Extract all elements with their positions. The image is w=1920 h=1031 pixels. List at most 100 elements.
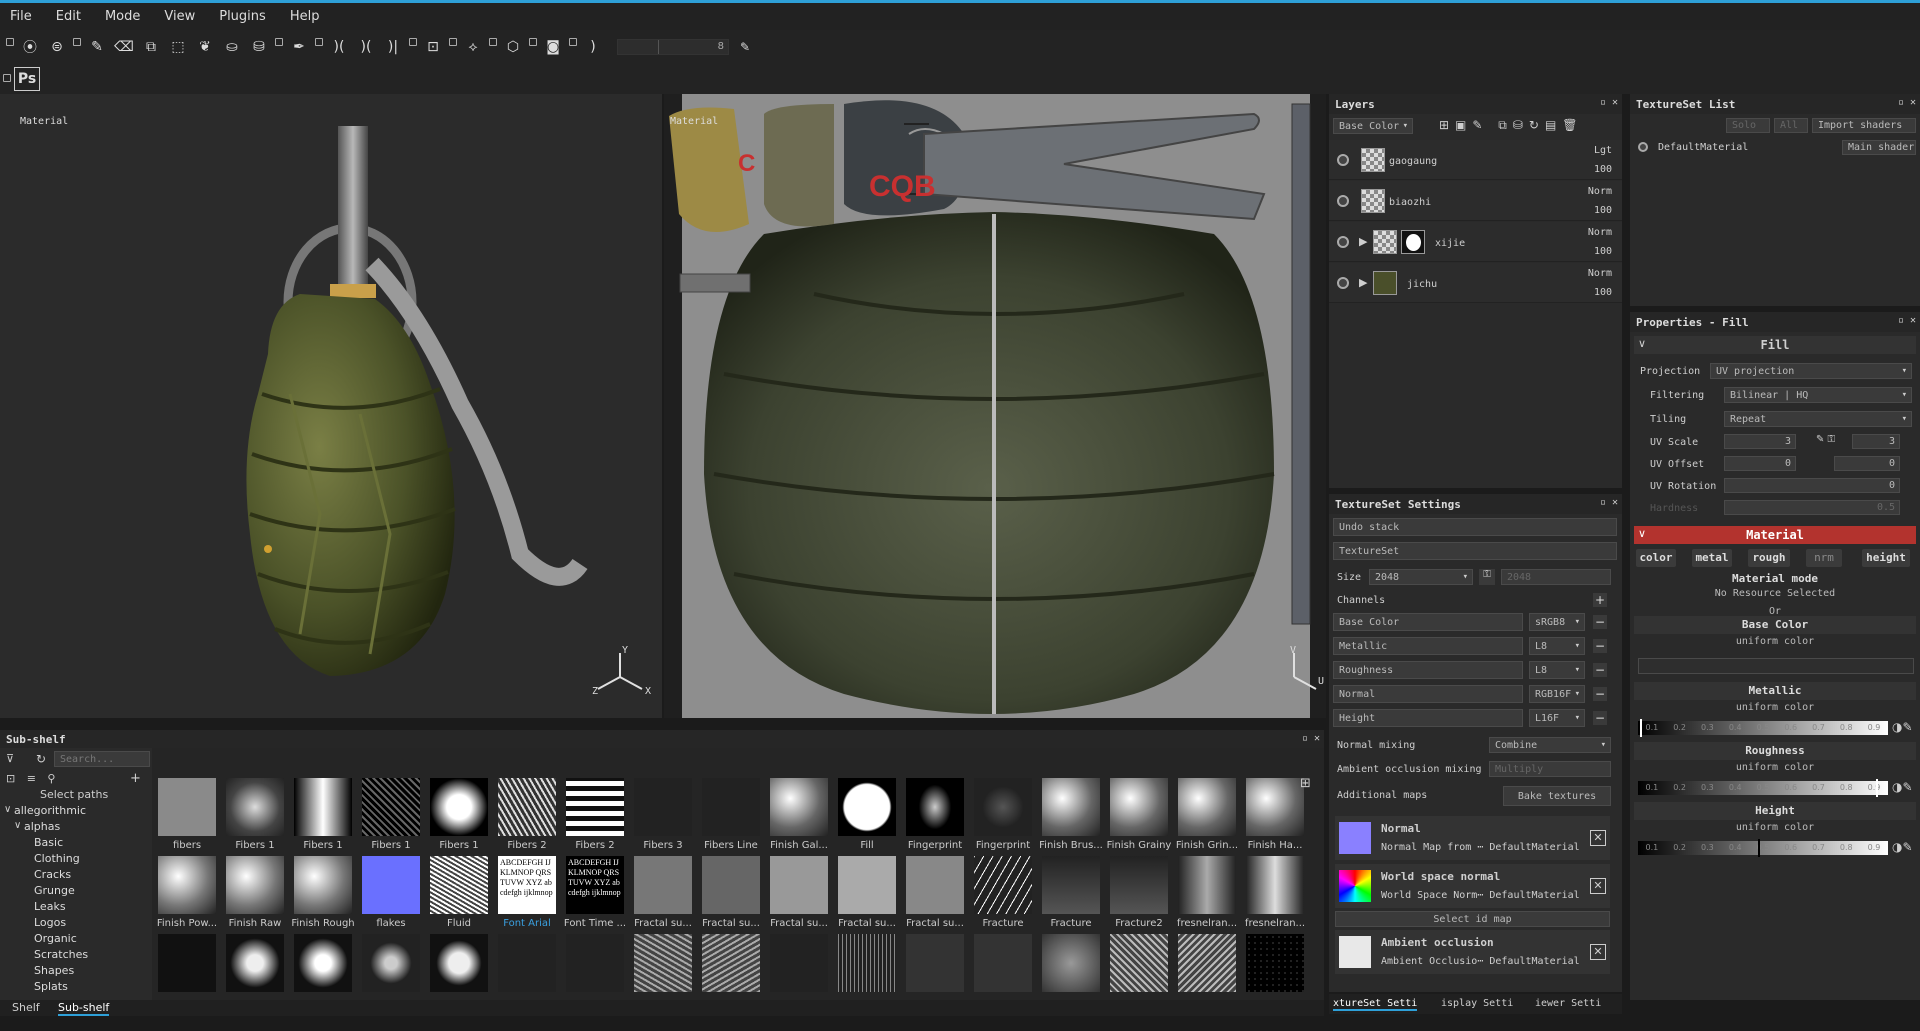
shelf-item[interactable]: Finish Grainy — [1104, 778, 1171, 856]
filter-icon[interactable]: ⊽ — [6, 752, 14, 765]
base-color-swatch[interactable] — [1638, 658, 1914, 674]
bake-textures-button[interactable]: Bake textures — [1503, 786, 1611, 806]
map-slot-world-normal[interactable]: World space normal World Space Norm⋯ Def… — [1335, 864, 1610, 908]
ao-mixing-dropdown[interactable]: Multiply — [1489, 761, 1611, 777]
shelf-item[interactable]: Fibers 1 — [288, 778, 354, 856]
layer-blend[interactable]: Norm — [1588, 186, 1612, 197]
layer-blend[interactable]: Norm — [1588, 268, 1612, 279]
menu-file[interactable]: File — [10, 9, 32, 24]
shelf-item[interactable]: flakes — [356, 856, 422, 934]
height-handle[interactable] — [1758, 839, 1760, 857]
shelf-item[interactable]: Fracture — [968, 856, 1034, 934]
material-mode-value[interactable]: No Resource Selected — [1634, 588, 1916, 599]
layer-opacity[interactable]: 100 — [1594, 287, 1612, 298]
tool-settings-icon[interactable] — [73, 38, 81, 46]
shelf-item[interactable]: Finish Raw — [220, 856, 286, 934]
render-camera-icon[interactable]: ◙ — [542, 36, 564, 58]
shelf-item[interactable]: Finish Rough — [288, 856, 355, 934]
tree-item[interactable]: Leaks — [34, 900, 66, 913]
shelf-item[interactable]: Fractal su... — [764, 856, 830, 934]
shelf-item[interactable]: Finish Gal... — [764, 778, 830, 856]
paint-brush-icon[interactable]: ✎ — [86, 36, 108, 58]
shelf-item[interactable]: Fluid — [424, 856, 490, 934]
folder-expand-icon[interactable]: ▶ — [1359, 235, 1367, 248]
textureset-visibility-icon[interactable] — [1638, 142, 1648, 152]
shelf-item[interactable]: Fibers 1 — [356, 778, 422, 856]
material-picker-icon[interactable]: ⛁ — [248, 36, 270, 58]
shelf-item[interactable]: fresnelran... — [1172, 856, 1238, 934]
substance-logo-icon[interactable]: ⦿ — [19, 36, 41, 58]
tool-settings-icon[interactable] — [3, 74, 11, 82]
layer-row[interactable]: ▶ jichu Norm 100 — [1329, 263, 1622, 303]
shelf-item[interactable]: Fractal su... — [832, 856, 898, 934]
shelf-item[interactable]: ABCDEFGH IJKLMNOP QRSTUVW XYZ abcdefgh i… — [492, 856, 558, 934]
tool-settings-icon[interactable] — [449, 38, 457, 46]
shelf-item[interactable]: Finish Pow... — [152, 856, 218, 934]
expand-chevron-icon[interactable]: ∨ — [4, 804, 11, 815]
size-dropdown[interactable]: 2048 — [1369, 569, 1473, 585]
main-shader-button[interactable]: Main shader — [1842, 140, 1916, 155]
roughness-handle[interactable] — [1876, 779, 1878, 797]
channel-format-dropdown[interactable]: RGB16F — [1529, 685, 1585, 703]
layer-opacity[interactable]: 100 — [1594, 246, 1612, 257]
panel-close-icon[interactable]: ▫ ✕ — [1898, 315, 1916, 326]
channel-normal[interactable]: Normal — [1333, 685, 1523, 703]
tab-display-settings[interactable]: isplay Setti — [1441, 998, 1513, 1009]
tab-textureset-settings[interactable]: xtureSet Setti — [1333, 998, 1418, 1011]
normal-mixing-dropdown[interactable]: Combine — [1489, 737, 1611, 753]
shelf-item[interactable]: fibers — [152, 778, 218, 856]
contrast-icon[interactable]: ◑✎ — [1892, 780, 1913, 794]
shelf-item[interactable]: fresnelran... — [1240, 856, 1306, 934]
channel-height[interactable]: Height — [1333, 709, 1523, 727]
material-header[interactable]: ∨ Material — [1634, 526, 1916, 544]
import-shaders-button[interactable]: Import shaders — [1812, 118, 1916, 133]
tree-item[interactable]: Logos — [34, 916, 66, 929]
camera-frame-icon[interactable]: ⊡ — [422, 36, 444, 58]
solo-button[interactable]: Solo — [1726, 118, 1770, 133]
tree-item[interactable]: Cracks — [34, 868, 71, 881]
add-shelf-button[interactable]: + — [130, 771, 141, 786]
remove-channel-button[interactable]: − — [1593, 639, 1607, 653]
remove-channel-button[interactable]: − — [1593, 687, 1607, 701]
channel-base-color[interactable]: Base Color — [1333, 613, 1523, 631]
lock-icon[interactable]: ⚿ — [1479, 569, 1495, 585]
remove-channel-button[interactable]: − — [1593, 615, 1607, 629]
tab-height[interactable]: height — [1862, 549, 1910, 567]
tree-item[interactable]: Grunge — [34, 884, 75, 897]
select-id-map-button[interactable]: Select id map — [1335, 911, 1610, 927]
layer-row[interactable]: biaozhi Norm 100 — [1329, 181, 1622, 221]
panel-close-icon[interactable]: ▫ ✕ — [1898, 97, 1916, 108]
channel-roughness[interactable]: Roughness — [1333, 661, 1523, 679]
shelf-item[interactable]: Fracture2 — [1104, 856, 1170, 934]
tab-shelf[interactable]: Shelf — [12, 1001, 40, 1014]
shelf-item[interactable]: Fibers 1 — [424, 778, 490, 856]
shelf-item[interactable]: Finish Ha... — [1240, 778, 1306, 856]
refresh-icon[interactable]: ↻ — [36, 752, 46, 766]
channel-format-dropdown[interactable]: sRGB8 — [1529, 613, 1585, 631]
layer-tool-icons[interactable]: ⊞▣✎ ⧉⛁↻▤🗑 — [1439, 118, 1584, 133]
shelf-item[interactable]: Fibers 2 — [492, 778, 558, 856]
channel-metallic[interactable]: Metallic — [1333, 637, 1523, 655]
viewport-2d-uv[interactable]: Material CQB C V U — [664, 94, 1326, 718]
projection-icon[interactable]: ⧉ — [140, 36, 162, 58]
panel-close-icon[interactable]: ▫ ✕ — [1600, 97, 1618, 108]
tab-color[interactable]: color — [1636, 549, 1676, 567]
shelf-item[interactable]: Fractal su... — [628, 856, 694, 934]
tab-viewer-settings[interactable]: iewer Setti — [1535, 998, 1601, 1009]
smudge-icon[interactable]: ❦ — [194, 36, 216, 58]
tab-sub-shelf[interactable]: Sub-shelf — [58, 1001, 110, 1016]
layer-opacity[interactable]: 100 — [1594, 164, 1612, 175]
layer-opacity[interactable]: 100 — [1594, 205, 1612, 216]
uv-scale-slider-2[interactable]: 3 — [1852, 434, 1900, 449]
contrast-icon[interactable]: ◑✎ — [1892, 720, 1913, 734]
shelf-search-input[interactable]: Search... — [54, 751, 150, 767]
channel-format-dropdown[interactable]: L8 — [1529, 661, 1585, 679]
expand-chevron-icon[interactable]: ∨ — [14, 820, 21, 831]
projection-dropdown[interactable]: UV projection — [1710, 363, 1912, 379]
size-height-field[interactable]: 2048 — [1501, 569, 1611, 585]
tree-item[interactable]: Organic — [34, 932, 77, 945]
color-picker-icon[interactable]: ✒ — [288, 36, 310, 58]
uv-offset-slider[interactable]: 0 — [1724, 456, 1796, 471]
tool-settings-icon[interactable] — [529, 38, 537, 46]
shelf-item[interactable]: Fractal su... — [696, 856, 762, 934]
